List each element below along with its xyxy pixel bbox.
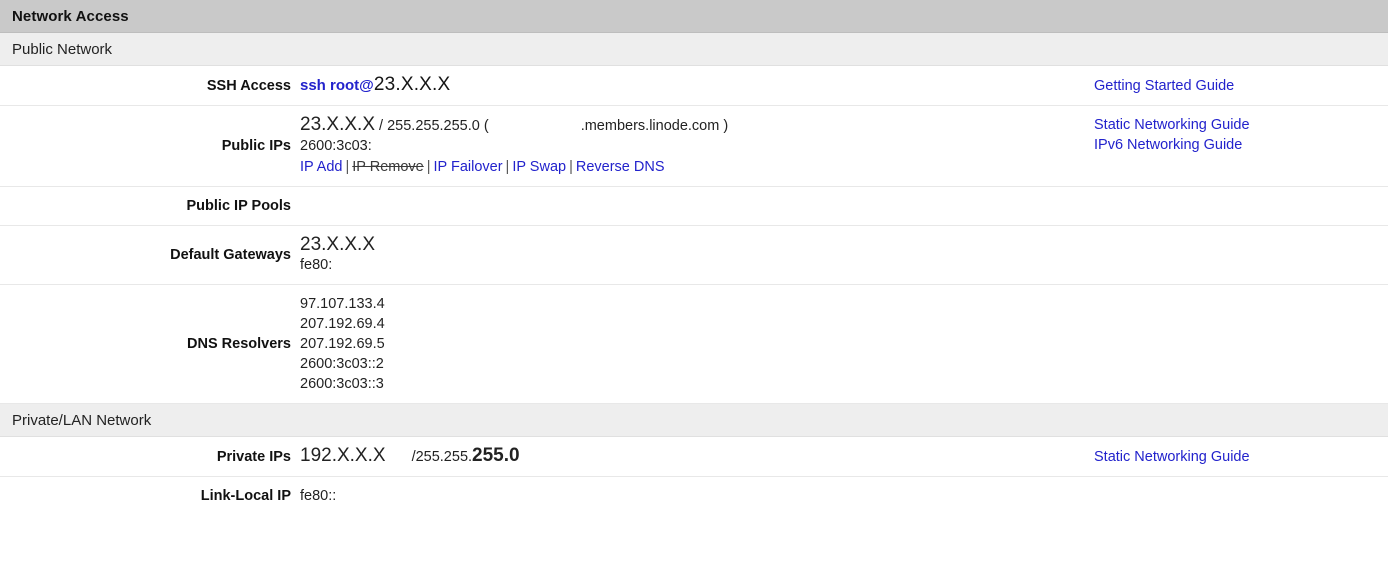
ip-remove-link-disabled: IP Remove [352,159,423,175]
ip-actions-divider-3: | [503,159,513,175]
value-public-ip-pools [300,198,1076,214]
ip-failover-link[interactable]: IP Failover [434,159,503,175]
value-default-gateways: 23.X.X.X fe80: [300,235,1076,275]
private-ip-netmask-suffix: 255.0 [472,445,520,466]
value-ssh-access: ssh root@23.X.X.X [300,75,1076,96]
label-private-ips: Private IPs [0,447,300,467]
public-ipv6-address: 2600:3c03: [300,138,372,154]
row-link-local-ip: Link-Local IP fe80:: [0,477,1388,515]
link-local-ip-address: fe80:: [300,488,336,504]
dns-resolver-item: 2600:3c03::2 [300,354,1066,374]
row-public-ip-pools: Public IP Pools [0,187,1388,226]
public-ip-netmask: 255.255.255.0 [387,118,480,134]
public-ipv4-address: 23.X.X.X [300,114,375,135]
dns-resolver-item: 207.192.69.5 [300,334,1066,354]
default-gateway-ipv4: 23.X.X.X [300,235,1066,255]
value-private-ips: 192.X.X.X/255.255.255.0 [300,446,1076,467]
section-header-public-network: Public Network [0,33,1388,66]
ssh-host-address: 23.X.X.X [374,74,451,95]
label-link-local-ip: Link-Local IP [0,486,300,506]
panel-bottom-spacer [0,515,1388,567]
rdns-hostname-suffix: .members.linode.com [581,118,720,134]
public-ip-separator: / [379,118,383,134]
label-ssh-access: SSH Access [0,76,300,96]
public-ipv4-line: 23.X.X.X / 255.255.255.0 ( .members.linod… [300,115,1066,136]
ip-swap-link[interactable]: IP Swap [512,159,566,175]
reverse-dns-link[interactable]: Reverse DNS [576,159,665,175]
ipv6-networking-guide-link[interactable]: IPv6 Networking Guide [1094,135,1388,155]
row-public-ips: Public IPs 23.X.X.X / 255.255.255.0 ( .me… [0,106,1388,187]
row-private-ips: Private IPs 192.X.X.X/255.255.255.0 Stat… [0,437,1388,477]
public-ipv6-line: 2600:3c03: [300,136,1066,156]
network-access-panel: Network Access Public Network SSH Access… [0,0,1388,567]
private-ip-address: 192.X.X.X [300,445,386,466]
value-link-local-ip: fe80:: [300,486,1076,506]
dns-resolver-item: 2600:3c03::3 [300,374,1066,394]
static-networking-guide-link-private[interactable]: Static Networking Guide [1094,447,1388,467]
links-ssh-access: Getting Started Guide [1076,76,1388,96]
row-dns-resolvers: DNS Resolvers 97.107.133.4 207.192.69.4 … [0,285,1388,404]
dns-resolver-item: 97.107.133.4 [300,294,1066,314]
ip-actions-bar: IP Add|IP Remove|IP Failover|IP Swap|Rev… [300,157,1066,177]
links-public-ips: Static Networking Guide IPv6 Networking … [1076,115,1388,155]
links-private-ips: Static Networking Guide [1076,447,1388,467]
value-dns-resolvers: 97.107.133.4 207.192.69.4 207.192.69.5 2… [300,294,1076,394]
panel-title: Network Access [0,0,1388,33]
label-public-ips: Public IPs [0,136,300,156]
row-ssh-access: SSH Access ssh root@23.X.X.X Getting Sta… [0,66,1388,106]
section-header-private-lan-network: Private/LAN Network [0,404,1388,437]
ip-actions-divider-2: | [424,159,434,175]
getting-started-guide-link[interactable]: Getting Started Guide [1094,76,1388,96]
static-networking-guide-link[interactable]: Static Networking Guide [1094,115,1388,135]
value-public-ips: 23.X.X.X / 255.255.255.0 ( .members.linod… [300,115,1076,177]
label-default-gateways: Default Gateways [0,245,300,265]
dns-resolver-item: 207.192.69.4 [300,314,1066,334]
ip-actions-divider-4: | [566,159,576,175]
ip-actions-divider-1: | [342,159,352,175]
label-dns-resolvers: DNS Resolvers [0,334,300,354]
label-public-ip-pools: Public IP Pools [0,196,300,216]
rdns-paren-close: ) [723,118,728,134]
ip-add-link[interactable]: IP Add [300,159,342,175]
private-ip-netmask-prefix: /255.255. [412,449,472,465]
default-gateway-ipv6: fe80: [300,255,1066,275]
ssh-command-link[interactable]: ssh root@ [300,77,374,94]
rdns-paren-open: ( [484,118,489,134]
row-default-gateways: Default Gateways 23.X.X.X fe80: [0,226,1388,285]
